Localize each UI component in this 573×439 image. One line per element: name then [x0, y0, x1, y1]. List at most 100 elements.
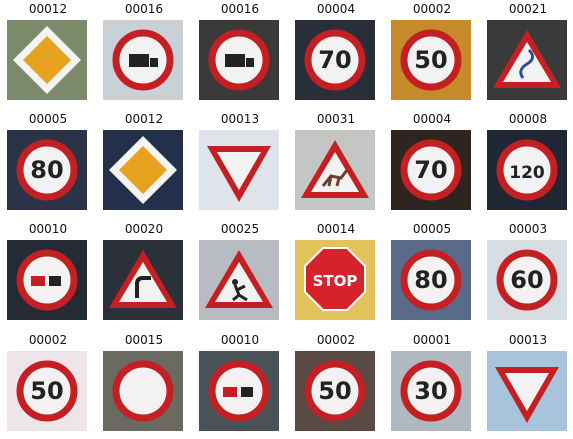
- car-icon: [49, 276, 61, 286]
- no-trucks-sign-image: [199, 20, 279, 100]
- speed-limit-sign-image: 50: [391, 20, 471, 100]
- class-label: 00031: [316, 112, 356, 126]
- class-label: 00013: [220, 112, 260, 126]
- traffic-sign-thumbnail: [7, 20, 87, 100]
- grid-cell: 00010: [192, 331, 288, 439]
- class-label: 00004: [412, 112, 452, 126]
- traffic-sign-thumbnail: [103, 130, 183, 210]
- grid-cell: 00001 30: [384, 331, 480, 439]
- speed-value: 50: [318, 377, 351, 405]
- speed-value: 70: [414, 156, 447, 184]
- traffic-sign-thumbnail: 50: [391, 20, 471, 100]
- traffic-sign-thumbnail: 60: [487, 240, 567, 320]
- traffic-sign-thumbnail: STOP: [295, 240, 375, 320]
- grid-cell: 00012: [96, 110, 192, 218]
- grid-cell: 00016: [192, 0, 288, 108]
- class-label: 00010: [28, 222, 68, 236]
- class-label: 00014: [316, 222, 356, 236]
- grid-cell: 00012: [0, 0, 96, 108]
- class-label: 00015: [124, 333, 164, 347]
- traffic-sign-thumbnail: 70: [295, 20, 375, 100]
- speed-limit-sign-image: 70: [295, 20, 375, 100]
- speed-limit-sign-image: 80: [7, 130, 87, 210]
- speed-limit-sign-image: 30: [391, 351, 471, 431]
- priority-road-sign-image: [103, 130, 183, 210]
- class-label: 00002: [412, 2, 452, 16]
- traffic-sign-thumbnail: [7, 240, 87, 320]
- speed-value: 80: [414, 266, 447, 294]
- class-label: 00005: [412, 222, 452, 236]
- grid-cell: 00002 50: [288, 331, 384, 439]
- class-label: 00020: [124, 222, 164, 236]
- class-label: 00010: [220, 333, 260, 347]
- traffic-sign-thumbnail: 70: [391, 130, 471, 210]
- priority-road-sign-image: [7, 20, 87, 100]
- grid-cell: 00004 70: [384, 110, 480, 218]
- traffic-sign-thumbnail: [103, 240, 183, 320]
- speed-limit-sign-image: 50: [7, 351, 87, 431]
- speed-limit-sign-image: 80: [391, 240, 471, 320]
- grid-cell: 00013: [480, 331, 573, 439]
- traffic-sign-thumbnail: 50: [295, 351, 375, 431]
- traffic-sign-thumbnail: 50: [7, 351, 87, 431]
- truck-cab-icon: [246, 58, 254, 67]
- no-vehicles-sign-image: [103, 351, 183, 431]
- grid-cell: 00010: [0, 220, 96, 328]
- traffic-sign-thumbnail: 80: [391, 240, 471, 320]
- class-label: 00012: [28, 2, 68, 16]
- yield-sign-image: [199, 130, 279, 210]
- no-overtaking-trucks-sign-image: [199, 351, 279, 431]
- grid-cell: 00021: [480, 0, 573, 108]
- traffic-sign-thumbnail: 30: [391, 351, 471, 431]
- no-trucks-sign-image: [103, 20, 183, 100]
- wild-animals-sign-image: [295, 130, 375, 210]
- speed-limit-sign-image: 50: [295, 351, 375, 431]
- stop-text: STOP: [313, 272, 358, 290]
- curve-right-sign-image: [103, 240, 183, 320]
- speed-value: 60: [510, 266, 543, 294]
- grid-cell: 00031: [288, 110, 384, 218]
- traffic-sign-thumbnail: 80: [7, 130, 87, 210]
- grid-cell: 00014 STOP: [288, 220, 384, 328]
- traffic-sign-thumbnail: [487, 351, 567, 431]
- grid-cell: 00004 70: [288, 0, 384, 108]
- traffic-sign-thumbnail: [199, 240, 279, 320]
- worker-head-icon: [232, 279, 238, 285]
- grid-cell: 00008 120: [480, 110, 573, 218]
- double-curve-sign-image: [487, 20, 567, 100]
- road-work-sign-image: [199, 240, 279, 320]
- speed-value: 120: [509, 163, 545, 183]
- traffic-sign-thumbnail: [199, 351, 279, 431]
- speed-value: 30: [414, 377, 447, 405]
- traffic-sign-thumbnail: [103, 20, 183, 100]
- class-label: 00002: [28, 333, 68, 347]
- class-label: 00004: [316, 2, 356, 16]
- stop-sign-image: STOP: [295, 240, 375, 320]
- traffic-sign-thumbnail: [487, 20, 567, 100]
- speed-value: 80: [30, 156, 63, 184]
- grid-cell: 00005 80: [0, 110, 96, 218]
- grid-cell: 00003 60: [480, 220, 573, 328]
- class-label: 00003: [508, 222, 548, 236]
- traffic-sign-thumbnail: [199, 130, 279, 210]
- speed-limit-sign-image: 120: [487, 130, 567, 210]
- grid-cell: 00002 50: [0, 331, 96, 439]
- speed-limit-sign-image: 70: [391, 130, 471, 210]
- class-label: 00001: [412, 333, 452, 347]
- truck-icon: [225, 54, 245, 67]
- traffic-sign-thumbnail: [295, 130, 375, 210]
- yield-sign-image: [487, 351, 567, 431]
- class-label: 00013: [508, 333, 548, 347]
- class-label: 00016: [124, 2, 164, 16]
- grid-cell: 00013: [192, 110, 288, 218]
- class-label: 00025: [220, 222, 260, 236]
- traffic-sign-thumbnail: [199, 20, 279, 100]
- speed-value: 50: [414, 46, 447, 74]
- no-overtaking-trucks-sign-image: [7, 240, 87, 320]
- grid-cell: 00005 80: [384, 220, 480, 328]
- grid-cell: 00002 50: [384, 0, 480, 108]
- grid-cell: 00015: [96, 331, 192, 439]
- grid-cell: 00016: [96, 0, 192, 108]
- speed-value: 50: [30, 377, 63, 405]
- class-label: 00002: [316, 333, 356, 347]
